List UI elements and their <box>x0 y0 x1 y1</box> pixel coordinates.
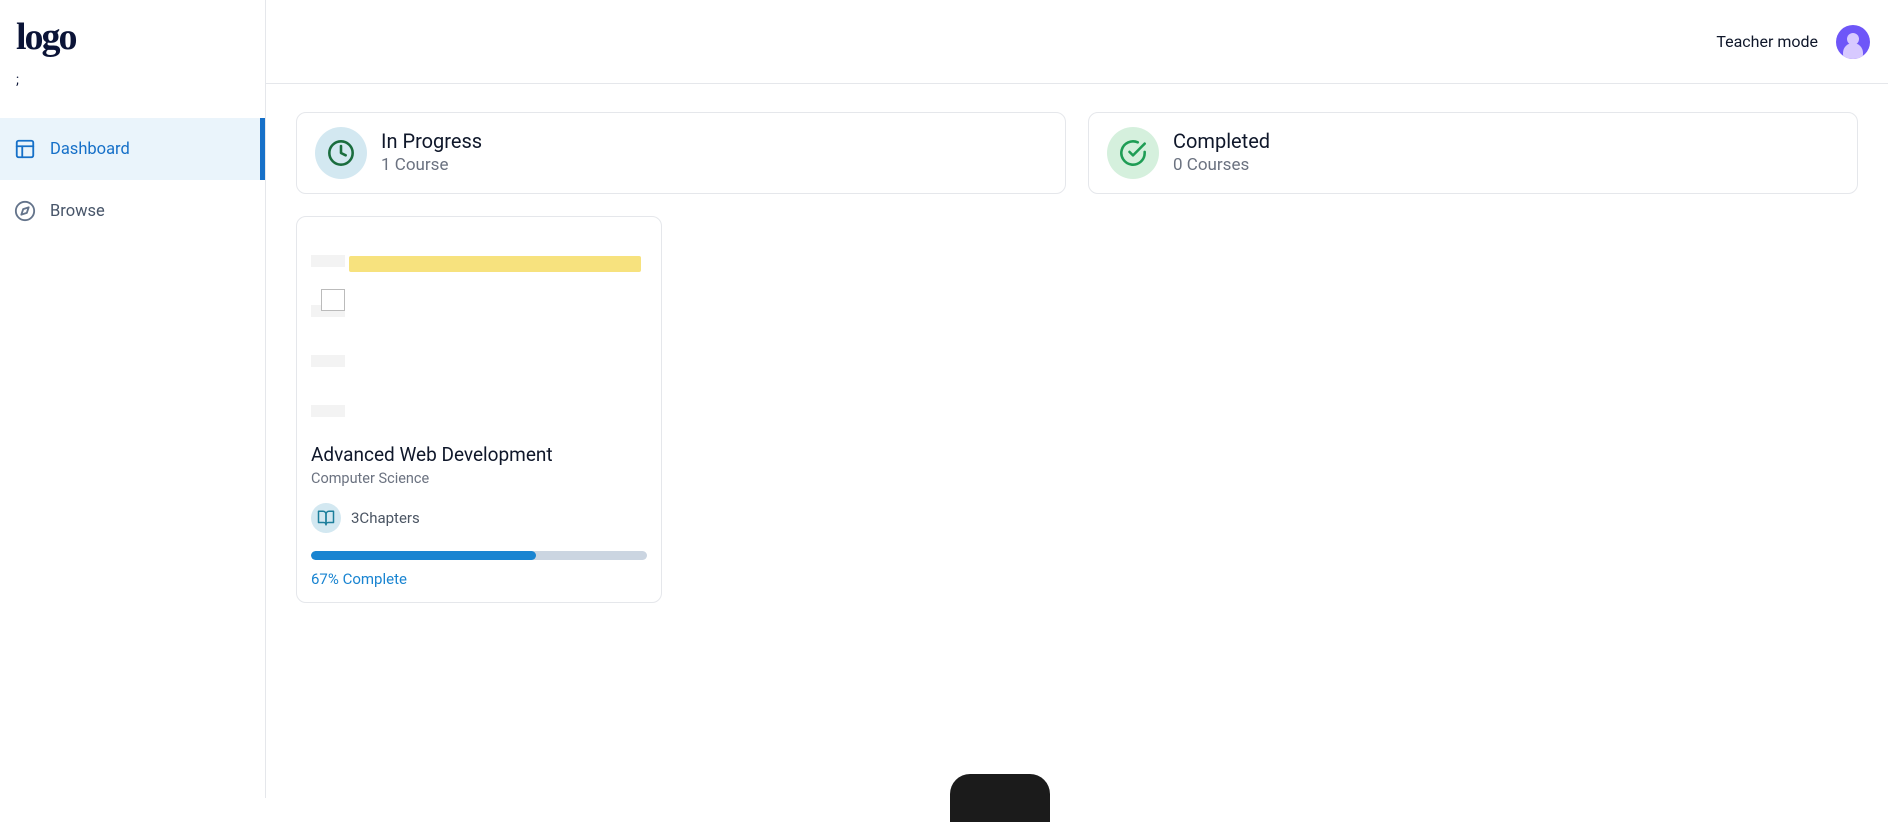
logo-subtext: ; <box>0 72 265 88</box>
user-avatar[interactable] <box>1836 25 1870 59</box>
person-icon <box>1843 43 1863 59</box>
stat-in-progress: In Progress 1 Course <box>296 112 1066 194</box>
brand-logo: logo <box>0 18 265 56</box>
layout-icon <box>14 138 36 160</box>
topbar: Teacher mode <box>266 0 1888 84</box>
sidebar-item-browse[interactable]: Browse <box>0 180 265 242</box>
progress-bar-fill <box>311 551 536 560</box>
floating-toolbar[interactable] <box>950 774 1050 822</box>
sidebar-item-dashboard[interactable]: Dashboard <box>0 118 265 180</box>
course-category: Computer Science <box>311 470 647 487</box>
teacher-mode-link[interactable]: Teacher mode <box>1716 32 1818 51</box>
progress-bar <box>311 551 647 560</box>
sidebar-nav: Dashboard Browse <box>0 118 265 242</box>
check-circle-icon <box>1107 127 1159 179</box>
stat-completed: Completed 0 Courses <box>1088 112 1858 194</box>
sidebar-item-label: Dashboard <box>50 140 130 159</box>
stat-sub: 1 Course <box>381 154 482 178</box>
stats-row: In Progress 1 Course Completed 0 Courses <box>296 112 1858 194</box>
course-title: Advanced Web Development <box>311 443 647 468</box>
course-meta: 3Chapters <box>311 503 647 533</box>
stat-sub: 0 Courses <box>1173 154 1270 178</box>
sidebar-item-label: Browse <box>50 202 105 221</box>
logo-text: logo <box>16 18 76 56</box>
thumbnail-decoration <box>321 289 345 311</box>
course-grid: Advanced Web Development Computer Scienc… <box>296 216 1858 603</box>
stat-title: In Progress <box>381 128 482 154</box>
stat-title: Completed <box>1173 128 1270 154</box>
course-card[interactable]: Advanced Web Development Computer Scienc… <box>296 216 662 603</box>
clock-icon <box>315 127 367 179</box>
chapters-label: 3Chapters <box>351 509 420 527</box>
course-thumbnail <box>311 231 647 431</box>
main-content: In Progress 1 Course Completed 0 Courses <box>266 84 1888 631</box>
thumbnail-highlight <box>349 256 641 272</box>
book-open-icon <box>311 503 341 533</box>
progress-label: 67% Complete <box>311 570 647 588</box>
thumbnail-decoration <box>311 255 345 425</box>
compass-icon <box>14 200 36 222</box>
sidebar: logo ; Dashboard Browse <box>0 0 266 798</box>
